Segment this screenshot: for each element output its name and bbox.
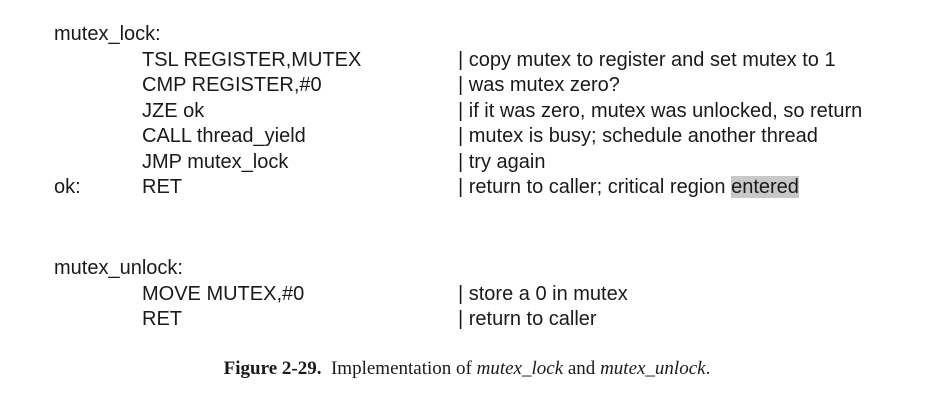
- comment: | copy mutex to register and set mutex t…: [458, 48, 836, 71]
- instruction: RET: [142, 176, 182, 198]
- comment: | was mutex zero?: [458, 74, 620, 96]
- comment: | if it was zero, mutex was unlocked, so…: [458, 99, 863, 122]
- caption-term: mutex_lock: [476, 358, 564, 379]
- instruction: JMP mutex_lock: [142, 150, 289, 173]
- code-line: JMP mutex_lock | try again: [0, 150, 934, 176]
- code-line: RET | return to caller: [0, 307, 934, 333]
- comment: | return to caller: [458, 308, 597, 330]
- routine-header: mutex_unlock:: [54, 257, 183, 279]
- instruction: JZE ok: [142, 99, 205, 122]
- code-line: TSL REGISTER,MUTEX | copy mutex to regis…: [0, 48, 934, 74]
- instruction: TSL REGISTER,MUTEX: [142, 48, 362, 71]
- comment: | mutex is busy; schedule another thread: [458, 125, 818, 147]
- code-line: MOVE MUTEX,#0 | store a 0 in mutex: [0, 282, 934, 308]
- highlighted-word: entered: [731, 176, 799, 198]
- caption-text: Implementation of: [330, 358, 472, 379]
- comment: | store a 0 in mutex: [458, 282, 628, 305]
- code-line: CMP REGISTER,#0 | was mutex zero?: [0, 73, 934, 99]
- mutex-unlock-block: mutex_unlock: MOVE MUTEX,#0 | store a 0 …: [0, 256, 934, 333]
- instruction: RET: [142, 308, 182, 330]
- figure-number: Figure 2-29.: [223, 358, 322, 379]
- code-label: ok:: [54, 176, 81, 198]
- code-line: mutex_unlock:: [0, 256, 934, 282]
- comment: | try again: [458, 150, 546, 173]
- instruction: CALL thread_yield: [142, 125, 306, 147]
- code-line: CALL thread_yield | mutex is busy; sched…: [0, 124, 934, 150]
- comment: | return to caller; critical region ente…: [458, 175, 799, 201]
- instruction: MOVE MUTEX,#0: [142, 282, 305, 305]
- code-line: mutex_lock:: [0, 22, 934, 48]
- code-line: ok: RET | return to caller; critical reg…: [0, 175, 934, 201]
- caption-text: .: [705, 358, 711, 379]
- caption-text: and: [567, 358, 596, 379]
- comment-text: | return to caller; critical region: [458, 176, 732, 198]
- mutex-lock-block: mutex_lock: TSL REGISTER,MUTEX | copy mu…: [0, 22, 934, 201]
- code-line: JZE ok | if it was zero, mutex was unloc…: [0, 99, 934, 125]
- routine-header: mutex_lock:: [54, 23, 161, 45]
- figure-caption: Figure 2-29. Implementation of mutex_loc…: [0, 358, 934, 380]
- caption-term: mutex_unlock: [600, 358, 706, 379]
- instruction: CMP REGISTER,#0: [142, 74, 322, 96]
